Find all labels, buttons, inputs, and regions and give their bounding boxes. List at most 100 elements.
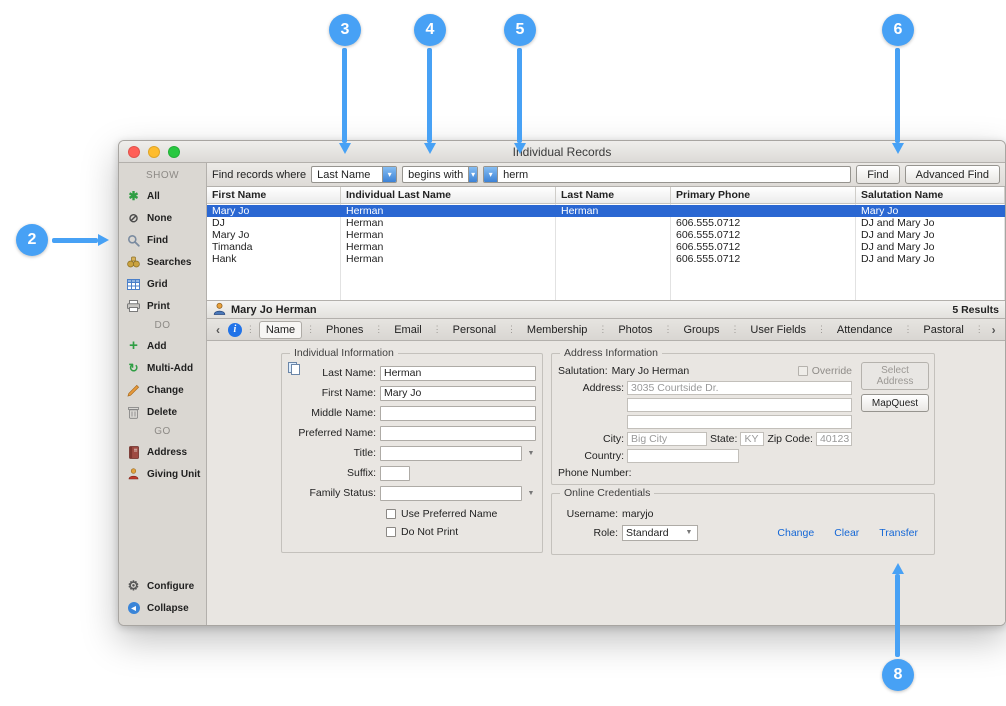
address-line2-field[interactable] — [627, 398, 852, 412]
suffix-field[interactable] — [380, 466, 410, 481]
search-query-field[interactable]: ▾ — [483, 166, 851, 183]
tab-scroll-left-icon[interactable]: ‹ — [212, 323, 224, 337]
tab-personal[interactable]: Personal — [446, 321, 503, 339]
close-button[interactable] — [128, 146, 140, 158]
sidebar-item-delete[interactable]: Delete — [119, 401, 206, 423]
window-titlebar: Individual Records — [119, 141, 1005, 163]
address-line3-field[interactable] — [627, 415, 852, 429]
use-preferred-name-checkbox[interactable] — [386, 509, 396, 519]
tab-name[interactable]: Name — [259, 321, 302, 339]
minimize-button[interactable] — [148, 146, 160, 158]
tab-photos[interactable]: Photos — [611, 321, 659, 339]
table-row[interactable]: Mary JoHerman606.555.0712DJ and Mary Jo — [207, 229, 1005, 241]
binoculars-icon — [126, 256, 141, 268]
tab-email[interactable]: Email — [387, 321, 429, 339]
transfer-link[interactable]: Transfer — [879, 527, 918, 539]
address-line1-field[interactable]: 3035 Courtside Dr. — [627, 381, 852, 395]
sidebar-item-print[interactable]: Print — [119, 295, 206, 317]
last-name-label: Last Name: — [288, 367, 376, 379]
select-address-button[interactable]: Select Address — [861, 362, 929, 390]
sidebar-item-grid[interactable]: Grid — [119, 273, 206, 295]
callout-4: 4 — [414, 14, 446, 46]
phone-number-label: Phone Number: — [558, 467, 624, 479]
zip-code-field[interactable]: 40123 — [816, 432, 852, 446]
preferred-name-field[interactable] — [380, 426, 536, 441]
clear-link[interactable]: Clear — [834, 527, 859, 539]
table-row[interactable]: DJHerman606.555.0712DJ and Mary Jo — [207, 217, 1005, 229]
change-link[interactable]: Change — [777, 527, 814, 539]
sidebar-item-searches[interactable]: Searches — [119, 251, 206, 273]
chevron-down-icon[interactable]: ▼ — [526, 450, 536, 457]
do-not-print-checkbox[interactable] — [386, 527, 396, 537]
tab-attendance[interactable]: Attendance — [830, 321, 900, 339]
callout-3-arrow — [342, 48, 347, 143]
tab-separator-icon: ⋮ — [664, 324, 673, 335]
sidebar-item-label: All — [147, 191, 160, 202]
state-field[interactable]: KY — [740, 432, 764, 446]
sidebar-item-find[interactable]: Find — [119, 229, 206, 251]
person-icon — [126, 468, 141, 480]
sidebar-item-change[interactable]: Change — [119, 379, 206, 401]
sidebar-item-label: None — [147, 213, 172, 224]
column-header[interactable]: Individual Last Name — [341, 187, 556, 203]
asterisk-icon: ✱ — [126, 189, 141, 203]
collapse-icon: ◀ — [126, 602, 141, 614]
sidebar-item-none[interactable]: ⊘ None — [119, 207, 206, 229]
mapquest-button[interactable]: MapQuest — [861, 394, 929, 412]
first-name-label: First Name: — [288, 387, 376, 399]
role-dropdown[interactable]: Standard ▼ — [622, 525, 698, 541]
sidebar-item-all[interactable]: ✱ All — [119, 185, 206, 207]
sidebar-item-collapse[interactable]: ◀ Collapse — [119, 597, 206, 619]
plus-icon: + — [126, 341, 141, 351]
sidebar-section-show: SHOW — [119, 167, 206, 185]
tab-pastoral[interactable]: Pastoral — [916, 321, 970, 339]
last-name-field[interactable]: Herman — [380, 366, 536, 381]
chevron-down-icon[interactable]: ▼ — [526, 490, 536, 497]
search-input[interactable] — [498, 169, 850, 181]
tab-scroll-right-icon[interactable]: › — [988, 323, 1000, 337]
sidebar-item-label: Find — [147, 235, 168, 246]
sidebar-item-configure[interactable]: ⚙ Configure — [119, 575, 206, 597]
title-field[interactable] — [380, 446, 522, 461]
sidebar-item-add[interactable]: + Add — [119, 335, 206, 357]
operator-dropdown[interactable]: begins with ▾ — [402, 166, 478, 183]
column-header[interactable]: Salutation Name — [856, 187, 1005, 203]
column-header[interactable]: Primary Phone — [671, 187, 856, 203]
find-button[interactable]: Find — [856, 165, 899, 184]
sidebar-item-giving-unit[interactable]: Giving Unit — [119, 463, 206, 485]
city-field[interactable]: Big City — [627, 432, 707, 446]
country-field[interactable] — [627, 449, 739, 463]
field-dropdown[interactable]: Last Name ▾ — [311, 166, 397, 183]
tab-groups[interactable]: Groups — [676, 321, 726, 339]
sidebar-item-label: Grid — [147, 279, 168, 290]
find-bar: Find records where Last Name ▾ begins wi… — [207, 163, 1005, 187]
zoom-button[interactable] — [168, 146, 180, 158]
sidebar-item-address[interactable]: Address — [119, 441, 206, 463]
salutation-label: Salutation: — [558, 365, 608, 377]
gear-icon: ⚙ — [126, 578, 141, 594]
detail-panel: Individual Information Last Name: Herman… — [207, 341, 1005, 625]
tab-separator-icon: ⋮ — [246, 324, 255, 335]
middle-name-field[interactable] — [380, 406, 536, 421]
override-checkbox[interactable] — [798, 366, 808, 376]
chevron-down-icon[interactable]: ▾ — [484, 167, 498, 182]
chevron-down-icon[interactable]: ▾ — [468, 167, 477, 182]
tab-membership[interactable]: Membership — [520, 321, 595, 339]
sidebar-item-label: Multi-Add — [147, 363, 193, 374]
column-header[interactable]: Last Name — [556, 187, 671, 203]
copy-icon[interactable] — [287, 361, 301, 380]
table-row[interactable]: HankHerman606.555.0712DJ and Mary Jo — [207, 253, 1005, 265]
role-dropdown-value: Standard — [626, 527, 669, 539]
advanced-find-button[interactable]: Advanced Find — [905, 165, 1000, 184]
sidebar-item-multi-add[interactable]: ↻ Multi-Add — [119, 357, 206, 379]
first-name-field[interactable]: Mary Jo — [380, 386, 536, 401]
tab-user-fields[interactable]: User Fields — [743, 321, 813, 339]
chevron-down-icon[interactable]: ▾ — [382, 167, 396, 182]
table-row[interactable]: TimandaHerman606.555.0712DJ and Mary Jo — [207, 241, 1005, 253]
sidebar-section-go: GO — [119, 423, 206, 441]
info-icon[interactable]: i — [228, 323, 242, 337]
column-header[interactable]: First Name — [207, 187, 341, 203]
table-row[interactable]: Mary JoHermanHermanMary Jo — [207, 205, 1005, 217]
tab-phones[interactable]: Phones — [319, 321, 370, 339]
family-status-field[interactable] — [380, 486, 522, 501]
